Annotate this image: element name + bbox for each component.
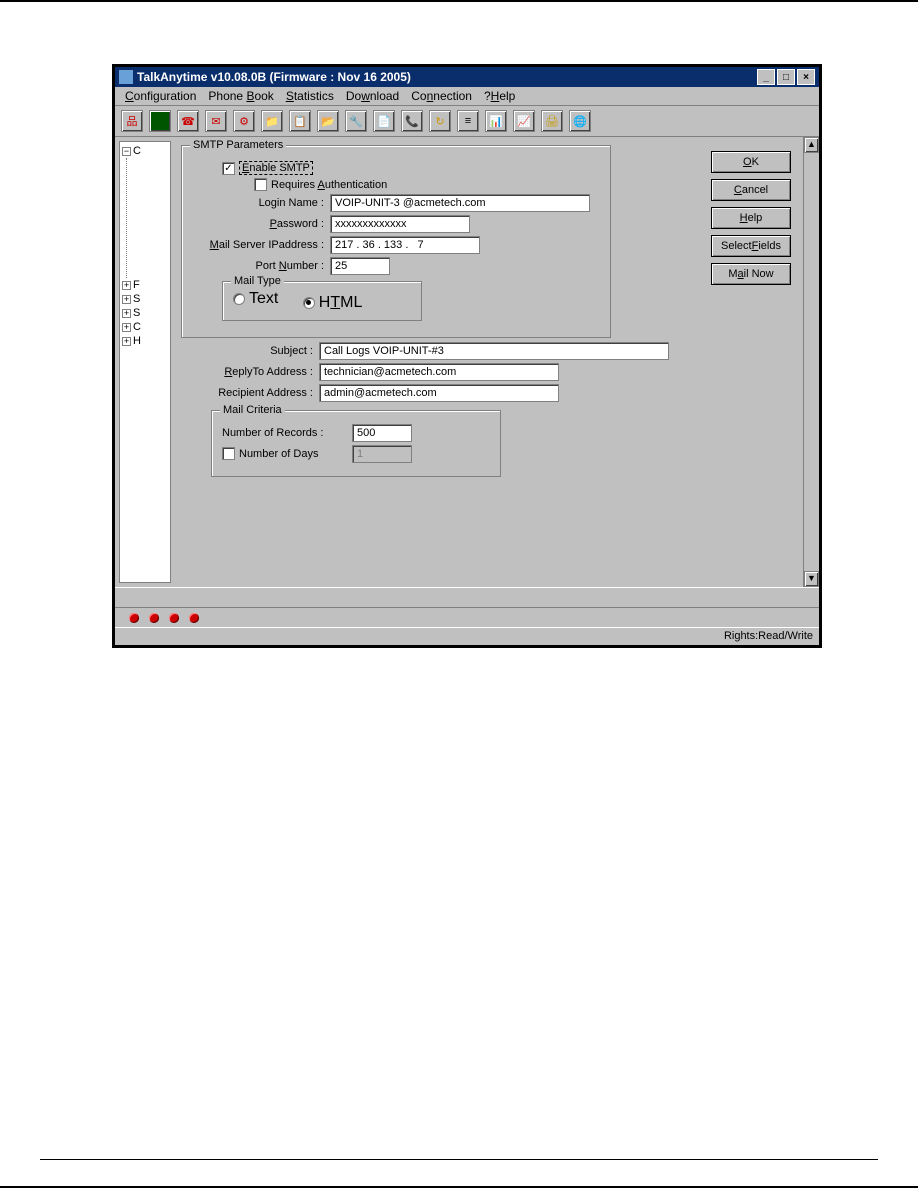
menu-configuration[interactable]: Configuration	[125, 89, 196, 103]
mail-type-group: Mail Type Text HTML	[222, 281, 422, 321]
login-name-input[interactable]	[330, 194, 590, 212]
toolbar-btn-5[interactable]: ⚙	[233, 110, 255, 132]
password-input[interactable]	[330, 215, 470, 233]
tree-item[interactable]: +F	[122, 278, 168, 292]
smtp-group-label: SMTP Parameters	[190, 139, 286, 151]
requires-auth-checkbox[interactable]	[254, 178, 267, 191]
scroll-down-button[interactable]: ▼	[804, 571, 819, 587]
mailtype-html-radio[interactable]	[303, 297, 315, 309]
menu-help[interactable]: ?Help	[484, 89, 515, 103]
toolbar: 品 ☎ ✉ ⚙ 📁 📋 📂 🔧 📄 📞 ↻ ≡ 📊 📈 🖨 🌐	[115, 106, 819, 137]
toolbar-btn-3[interactable]: ☎	[177, 110, 199, 132]
tree-item[interactable]: +S	[122, 292, 168, 306]
app-icon	[119, 70, 133, 84]
status-led-2	[149, 613, 159, 623]
num-days-label: Number of Days	[239, 448, 352, 460]
scroll-up-button[interactable]: ▲	[804, 137, 819, 153]
menu-download[interactable]: Download	[346, 89, 399, 103]
num-days-checkbox[interactable]	[222, 447, 235, 460]
tree-item[interactable]: −C	[122, 144, 168, 158]
menu-phonebook[interactable]: Phone Book	[208, 89, 273, 103]
password-label: Password :	[192, 218, 324, 230]
select-fields-button[interactable]: Select Fields	[711, 235, 791, 257]
close-button[interactable]: ×	[797, 69, 815, 85]
enable-smtp-checkbox[interactable]: ✓	[222, 162, 235, 175]
num-days-input	[352, 445, 412, 463]
requires-auth-label: Requires Authentication	[271, 179, 387, 191]
toolbar-btn-4[interactable]: ✉	[205, 110, 227, 132]
mail-criteria-group: Mail Criteria Number of Records : Number…	[211, 410, 501, 477]
app-separator	[115, 587, 819, 607]
toolbar-btn-16[interactable]: 🖨	[541, 110, 563, 132]
login-name-label: Login Name :	[192, 197, 324, 209]
toolbar-btn-11[interactable]: 📞	[401, 110, 423, 132]
app-body: −C +F +S +S +C +H OK Cancel Help Select …	[115, 137, 819, 587]
minimize-button[interactable]: _	[757, 69, 775, 85]
rights-statusbar: Rights:Read/Write	[115, 627, 819, 645]
mailserver-input[interactable]	[330, 236, 480, 254]
num-records-label: Number of Records :	[222, 427, 352, 439]
titlebar-text: TalkAnytime v10.08.0B (Firmware : Nov 16…	[137, 70, 411, 84]
toolbar-btn-1[interactable]: 品	[121, 110, 143, 132]
toolbar-btn-13[interactable]: ≡	[457, 110, 479, 132]
vertical-scrollbar[interactable]: ▲ ▼	[803, 137, 819, 587]
replyto-input[interactable]	[319, 363, 559, 381]
toolbar-btn-15[interactable]: 📈	[513, 110, 535, 132]
status-led-4	[189, 613, 199, 623]
status-leds-bar	[115, 607, 819, 627]
main-pane: OK Cancel Help Select Fields Mail Now SM…	[171, 137, 819, 587]
tree-item[interactable]: +H	[122, 334, 168, 348]
help-button[interactable]: Help	[711, 207, 791, 229]
recipient-input[interactable]	[319, 384, 559, 402]
mailtype-text-label: Text	[249, 290, 278, 308]
toolbar-btn-2[interactable]	[149, 110, 171, 132]
subject-label: Subject :	[181, 345, 313, 357]
toolbar-btn-7[interactable]: 📋	[289, 110, 311, 132]
mail-criteria-label: Mail Criteria	[220, 404, 285, 416]
toolbar-btn-14[interactable]: 📊	[485, 110, 507, 132]
mailserver-label: Mail Server IPaddress :	[192, 239, 324, 251]
mail-now-button[interactable]: Mail Now	[711, 263, 791, 285]
toolbar-btn-6[interactable]: 📁	[261, 110, 283, 132]
recipient-label: Recipient Address :	[181, 387, 313, 399]
status-led-1	[129, 613, 139, 623]
titlebar: TalkAnytime v10.08.0B (Firmware : Nov 16…	[115, 67, 819, 87]
mailtype-html-label: HTML	[319, 294, 363, 312]
menu-connection[interactable]: Connection	[411, 89, 472, 103]
status-led-3	[169, 613, 179, 623]
toolbar-btn-8[interactable]: 📂	[317, 110, 339, 132]
tree-pane[interactable]: −C +F +S +S +C +H	[119, 141, 171, 583]
smtp-parameters-group: SMTP Parameters ✓ Enable SMTP Requires A…	[181, 145, 611, 338]
mailtype-label: Mail Type	[231, 275, 284, 287]
toolbar-btn-9[interactable]: 🔧	[345, 110, 367, 132]
tree-item[interactable]: +S	[122, 306, 168, 320]
tree-item[interactable]: +C	[122, 320, 168, 334]
toolbar-btn-12[interactable]: ↻	[429, 110, 451, 132]
cancel-button[interactable]: Cancel	[711, 179, 791, 201]
subject-input[interactable]	[319, 342, 669, 360]
toolbar-btn-17[interactable]: 🌐	[569, 110, 591, 132]
menu-statistics[interactable]: Statistics	[286, 89, 334, 103]
mailtype-text-radio[interactable]	[233, 293, 245, 305]
rights-text: Rights:Read/Write	[724, 630, 813, 642]
ok-button[interactable]: OK	[711, 151, 791, 173]
replyto-label: ReplyTo Address :	[181, 366, 313, 378]
enable-smtp-label: Enable SMTP	[239, 161, 313, 175]
toolbar-btn-10[interactable]: 📄	[373, 110, 395, 132]
menubar: Configuration Phone Book Statistics Down…	[115, 87, 819, 106]
num-records-input[interactable]	[352, 424, 412, 442]
maximize-button[interactable]: □	[777, 69, 795, 85]
application-window: TalkAnytime v10.08.0B (Firmware : Nov 16…	[112, 64, 822, 648]
port-number-input[interactable]	[330, 257, 390, 275]
port-number-label: Port Number :	[192, 260, 324, 272]
